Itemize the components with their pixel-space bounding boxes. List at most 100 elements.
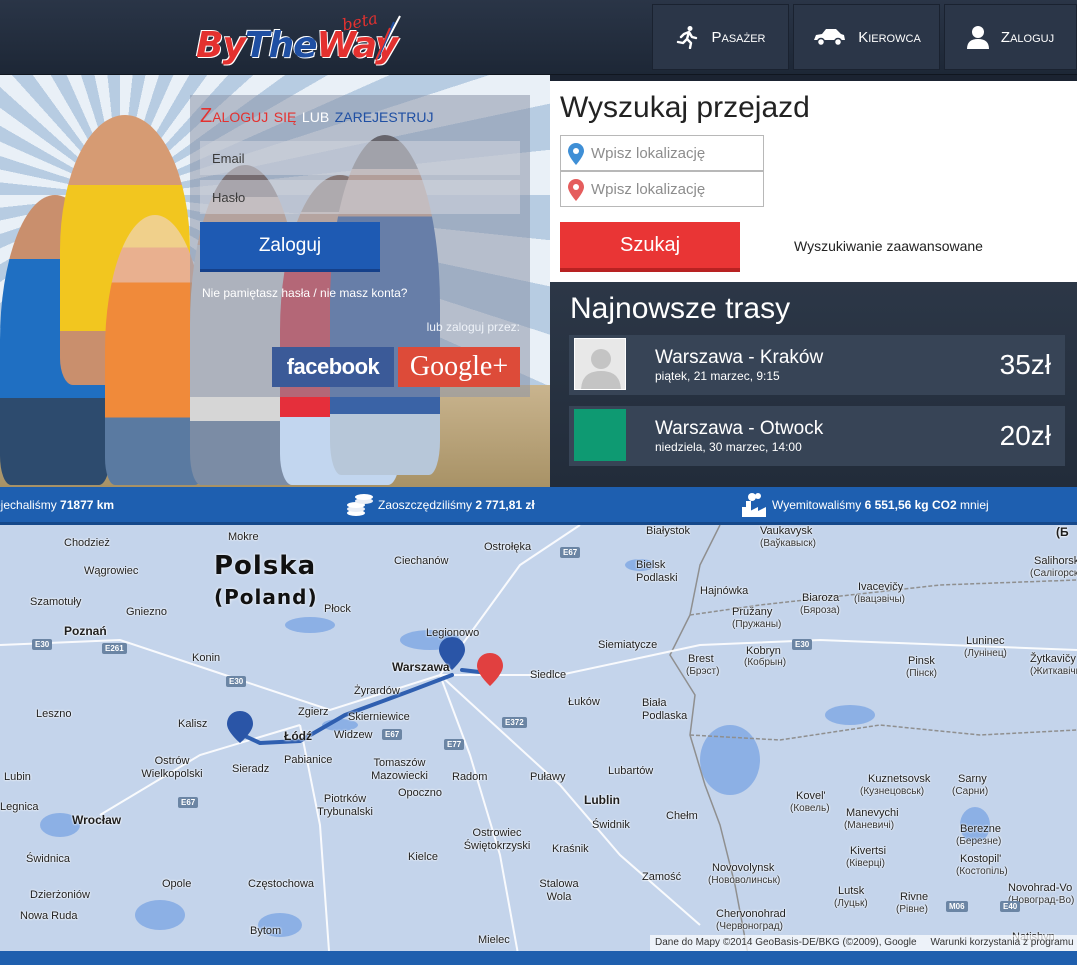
stat-distance-value: 71877 km: [60, 498, 115, 512]
hero-photo: Zaloguj się lub zarejestruj Zaloguj Nie …: [0, 75, 550, 487]
map-label: (Ківерці): [846, 858, 885, 869]
stat-co2-value: 6 551,56 kg CO2: [864, 498, 957, 512]
forgot-password-link[interactable]: Nie pamiętasz hasła / nie masz konta?: [202, 286, 407, 300]
from-location-input[interactable]: [591, 136, 761, 170]
logo[interactable]: ByTheWay beta: [196, 8, 406, 68]
map-label: Kielce: [408, 851, 438, 863]
stat-distance: ejechaliśmy 71877 km: [0, 498, 114, 512]
map-label: Widzew: [334, 729, 373, 741]
email-field[interactable]: [200, 141, 520, 175]
map-label: Novovolynsk: [712, 862, 775, 874]
road-badge: E67: [382, 729, 403, 740]
map-label: Ostrów Wielkopolski: [141, 755, 203, 780]
map-label: (Б: [1056, 525, 1069, 539]
route-name: Warszawa - Kraków: [655, 347, 824, 368]
route-map[interactable]: Polska (Poland) Mokre Chodzież Wągrowiec…: [0, 525, 1077, 965]
factory-emission-icon: [742, 493, 766, 517]
map-label: Pinsk: [908, 655, 935, 667]
map-label: Sieradz: [232, 763, 270, 775]
map-label: (Нововолинськ): [708, 875, 781, 886]
map-label: Rivne: [900, 891, 929, 903]
header: ByTheWay beta Pasażer Kierowca Zaloguj: [0, 0, 1077, 75]
map-label: (Сарни): [952, 786, 989, 797]
advanced-search-link[interactable]: Wyszukiwanie zaawansowane: [794, 238, 983, 254]
stat-savings-label: Zaoszczędziliśmy: [378, 498, 473, 512]
map-label: Luninec: [966, 635, 1005, 647]
map-label: Poznań: [64, 624, 107, 638]
map-label: (Брэст): [686, 666, 720, 677]
nav-pasazer-button[interactable]: Pasażer: [652, 4, 789, 70]
map-label: Žytkavičy: [1030, 653, 1076, 665]
nav-kierowca-button[interactable]: Kierowca: [793, 4, 940, 70]
search-button[interactable]: Szukaj: [560, 222, 740, 272]
latest-routes-panel: Najnowsze trasy Warszawa - Kraków piątek…: [550, 282, 1077, 487]
password-field[interactable]: [200, 180, 520, 214]
stat-co2: Wyemitowaliśmy 6 551,56 kg CO2 mniej: [772, 498, 989, 512]
nav-zaloguj-label: Zaloguj: [1000, 28, 1055, 46]
map-label: Novohrad-Vo: [1008, 882, 1073, 894]
map-label: Lutsk: [838, 885, 865, 897]
map-label: Kobryn: [746, 645, 781, 657]
road-badge: E67: [178, 797, 199, 808]
login-title-part1: Zaloguj się: [200, 105, 297, 127]
map-label: Zgierz: [298, 706, 329, 718]
map-label: Częstochowa: [248, 878, 315, 890]
login-title: Zaloguj się lub zarejestruj: [200, 105, 434, 128]
map-label: Siedlce: [530, 669, 567, 681]
map-label: Opole: [162, 878, 192, 890]
map-label: Piotrków Trybunalski: [317, 793, 373, 818]
map-label: Siemiatycze: [598, 639, 658, 651]
map-label: Żyrardów: [354, 685, 400, 697]
map-label: Szamotuły: [30, 596, 82, 608]
login-box: Zaloguj się lub zarejestruj Zaloguj Nie …: [190, 95, 530, 397]
map-label: Chełm: [666, 810, 698, 822]
nav-zaloguj-button[interactable]: Zaloguj: [944, 4, 1077, 70]
road-badge: E261: [102, 643, 127, 654]
map-label: Legionowo: [426, 627, 480, 639]
map-label: Brest: [688, 653, 714, 665]
map-attribution-text: Dane do Mapy ©2014 GeoBasis-DE/BKG (©200…: [655, 937, 917, 948]
login-button[interactable]: Zaloguj: [200, 222, 380, 272]
map-label: Leszno: [36, 708, 72, 720]
map-label: Konin: [192, 652, 221, 664]
map-label: Sarny: [958, 773, 987, 785]
to-location-field[interactable]: [560, 171, 764, 207]
map-label: Hajnówka: [700, 585, 749, 597]
map-label: Kovel': [796, 790, 826, 802]
facebook-login-button[interactable]: facebook: [272, 347, 394, 387]
from-location-field[interactable]: [560, 135, 764, 171]
map-label: (Маневичі): [844, 820, 895, 831]
social-login-caption: lub zaloguj przez:: [426, 320, 520, 334]
search-title: Wyszukaj przejazd: [560, 91, 810, 124]
map-terms-link[interactable]: Warunki korzystania z programu: [931, 937, 1074, 948]
map-label: Mokre: [228, 531, 259, 543]
coins-icon: [347, 494, 373, 516]
map-label: Kalisz: [178, 718, 208, 730]
google-login-button[interactable]: Google+: [398, 347, 520, 387]
route-price: 20zł: [999, 420, 1051, 451]
route-price: 35zł: [999, 349, 1051, 380]
map-label: Puławy: [530, 771, 566, 783]
route-item[interactable]: Warszawa - Otwock niedziela, 30 marzec, …: [569, 406, 1065, 466]
map-label: Opoczno: [398, 787, 443, 799]
running-person-icon: [677, 26, 698, 49]
map-label: Chodzież: [64, 537, 110, 549]
login-title-part3[interactable]: zarejestruj: [335, 105, 434, 127]
map-country-name: Polska: [214, 551, 317, 581]
road-badge: E40: [1000, 901, 1021, 912]
map-label: (Ваўкавыск): [760, 538, 816, 549]
map-label: (Рівне): [896, 904, 928, 915]
map-label: (Луцьк): [834, 898, 868, 909]
map-label: Vaukavysk: [760, 525, 813, 537]
car-icon: [814, 29, 846, 47]
map-label: (Кузнецовськ): [860, 786, 925, 797]
route-date: niedziela, 30 marzec, 14:00: [655, 440, 802, 454]
map-label: Nowa Ruda: [20, 910, 78, 922]
road-badge: E30: [226, 676, 247, 687]
logo-text: ByTheWay: [196, 26, 398, 66]
map-label: Berezne: [960, 823, 1001, 835]
to-location-input[interactable]: [591, 172, 761, 206]
route-item[interactable]: Warszawa - Kraków piątek, 21 marzec, 9:1…: [569, 335, 1065, 395]
map-label: (Костопіль): [956, 866, 1008, 877]
route-thumbnail: [574, 409, 626, 461]
